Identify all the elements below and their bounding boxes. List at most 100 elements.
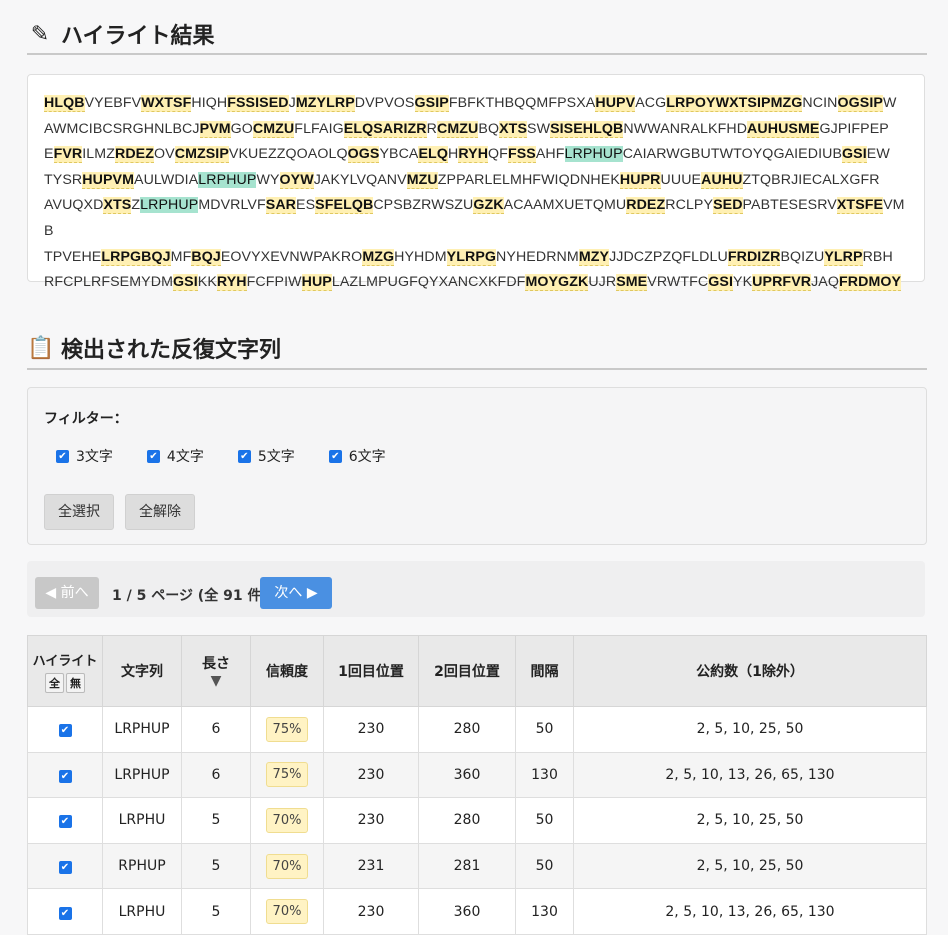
pos1-cell: 230	[323, 706, 419, 753]
table-body: ✔ LRPHUP 6 75% 230 280 50 2, 5, 10, 25, 50 ✔ LRPH…	[27, 706, 927, 935]
text-segment: TPVEHE	[44, 248, 102, 265]
filter-5-chars[interactable]: ✔ 5文字	[237, 446, 295, 466]
text-segment: FLFAIG	[294, 120, 344, 137]
text-segment: YBCA	[379, 146, 419, 163]
checkbox-checked-icon[interactable]: ✔	[56, 449, 69, 463]
pencil-icon: ✎	[30, 21, 50, 47]
prev-page-button[interactable]: ◀ 前へ	[35, 577, 99, 609]
string-cell: LRPHU	[102, 797, 182, 844]
selected-highlight-mark: LRPHUP	[564, 146, 623, 163]
highlight-mark: GSI	[173, 274, 198, 292]
col-length[interactable]: 長さ ▼	[181, 635, 251, 707]
highlight-mark: CMZU	[252, 120, 295, 138]
text-segment: VKUEZZQOAOLQ	[228, 146, 348, 163]
highlight-mark: MZG	[362, 248, 395, 266]
length-cell: 6	[181, 706, 251, 753]
col-divisors[interactable]: 公約数（1除外）	[573, 635, 927, 707]
row-highlight-checkbox[interactable]: ✔	[58, 815, 72, 829]
highlight-mark: XTS	[499, 120, 528, 138]
text-segment: H	[447, 146, 459, 163]
text-line: TYSRHUPVMAULWDIALRPHUPWYOYWJAKYLVQANVMZU…	[44, 168, 908, 194]
text-segment: WY	[256, 171, 280, 188]
checkbox-checked-icon[interactable]: ✔	[146, 449, 160, 463]
filter-title: フィルター：	[44, 411, 128, 427]
row-highlight-checkbox[interactable]: ✔	[58, 724, 72, 738]
interval-cell: 130	[515, 888, 574, 935]
pos2-cell: 360	[418, 888, 516, 935]
table-header-row: ハイライト 全無 文字列 長さ ▼ 信頼度 1回目位置 2回目位置 間隔 公約数…	[27, 635, 927, 707]
select-all-button[interactable]: 全選択	[44, 494, 114, 530]
pos2-cell: 280	[418, 706, 516, 753]
text-segment: GO	[230, 120, 253, 137]
highlight-cell: ✔	[27, 797, 103, 844]
highlight-mark: FRDMOY	[839, 274, 902, 292]
text-segment: FCFPIW	[246, 274, 302, 291]
text-line: EFVRILMZRDEZOVCMZSIPVKUEZZQOAOLQOGSYBCAE…	[44, 142, 908, 168]
text-segment: W	[882, 95, 897, 111]
highlight-mark: HUP	[301, 274, 332, 292]
filter-6-chars[interactable]: ✔ 6文字	[328, 446, 386, 466]
col-pos2[interactable]: 2回目位置	[418, 635, 516, 707]
row-highlight-checkbox[interactable]: ✔	[58, 906, 72, 920]
divider	[27, 368, 927, 370]
confidence-cell: 70%	[250, 842, 324, 890]
confidence-badge: 70%	[265, 807, 309, 833]
pos2-cell: 280	[418, 797, 516, 844]
text-segment: BQ	[478, 120, 500, 137]
highlight-mark: LRPOYWXTSIPMZG	[666, 95, 803, 112]
col-pos1[interactable]: 1回目位置	[323, 635, 419, 707]
filter-option-label: 5文字	[257, 449, 295, 465]
row-highlight-checkbox[interactable]: ✔	[58, 769, 72, 783]
col-highlight: ハイライト 全無	[27, 635, 103, 707]
col-confidence[interactable]: 信頼度	[250, 635, 324, 707]
highlighted-text-box: HLQBVYEBFVWXTSFHIQHFSSISEDJMZYLRPDVPVOSG…	[27, 74, 925, 292]
sort-desc-icon: ▼	[210, 673, 222, 689]
text-segment: MF	[170, 248, 192, 265]
highlight-mark: UPRFVR	[752, 274, 812, 292]
text-segment: BQIZU	[780, 248, 825, 265]
pos1-cell: 230	[323, 751, 419, 799]
filter-3-chars[interactable]: ✔ 3文字	[56, 446, 113, 466]
text-segment: DVPVOS	[354, 95, 415, 111]
highlight-cell: ✔	[27, 888, 103, 935]
highlight-all-button[interactable]: 全	[45, 672, 64, 693]
highlight-mark: SME	[616, 274, 648, 292]
highlight-mark: LRPGBQJ	[101, 248, 171, 266]
text-line: TPVEHELRPGBQJMFBQJEOVYXEVNWPAKROMZGHYHDM…	[44, 245, 908, 271]
highlight-mark: GSIP	[414, 95, 449, 112]
highlight-mark: MZY	[578, 248, 610, 266]
filter-checkboxes: ✔ 3文字 ✔ 4文字 ✔ 5文字 ✔ 6文字	[56, 446, 386, 466]
interval-cell: 50	[515, 706, 574, 753]
highlight-mark: PVM	[199, 120, 231, 138]
text-segment: MDVRLVF	[198, 197, 266, 214]
text-segment: VRWTFC	[647, 274, 709, 291]
col-interval[interactable]: 間隔	[515, 635, 574, 707]
selected-highlight-mark: LRPHUP	[198, 171, 257, 188]
table-row: ✔ LRPHU 5 70% 230 360 130 2, 5, 10, 13, 26, 65,…	[27, 888, 927, 935]
highlight-none-button[interactable]: 無	[66, 672, 85, 693]
length-cell: 5	[181, 842, 251, 890]
highlight-cell: ✔	[27, 842, 103, 890]
col-string[interactable]: 文字列	[102, 635, 182, 707]
table-row: ✔ LRPHU 5 70% 230 280 50 2, 5, 10, 25, 50	[27, 797, 927, 844]
confidence-cell: 75%	[250, 706, 324, 753]
text-segment: ACAAMXUETQMU	[503, 197, 627, 214]
highlight-mark: ELQSARIZR	[343, 120, 427, 138]
highlight-mark: YLRP	[824, 248, 863, 266]
next-page-button[interactable]: 次へ ▶	[260, 577, 332, 609]
row-highlight-checkbox[interactable]: ✔	[58, 861, 72, 875]
highlight-mark: RYH	[458, 146, 489, 164]
checkbox-checked-icon[interactable]: ✔	[237, 449, 251, 463]
selected-highlight-mark: LRPHUP	[140, 197, 199, 214]
filter-4-chars[interactable]: ✔ 4文字	[146, 446, 204, 466]
checkbox-checked-icon[interactable]: ✔	[328, 449, 342, 463]
confidence-cell: 70%	[250, 888, 324, 935]
clipboard-icon: 📋	[27, 335, 55, 361]
text-segment: NWWANRALKFHD	[623, 120, 748, 137]
text-segment: ACG	[635, 95, 667, 111]
clear-all-button[interactable]: 全解除	[125, 494, 195, 530]
text-segment: KK	[197, 274, 217, 291]
highlight-mark: RYH	[216, 274, 247, 292]
text-segment: ILMZ	[82, 146, 115, 163]
divisors-cell: 2, 5, 10, 25, 50	[573, 706, 927, 753]
